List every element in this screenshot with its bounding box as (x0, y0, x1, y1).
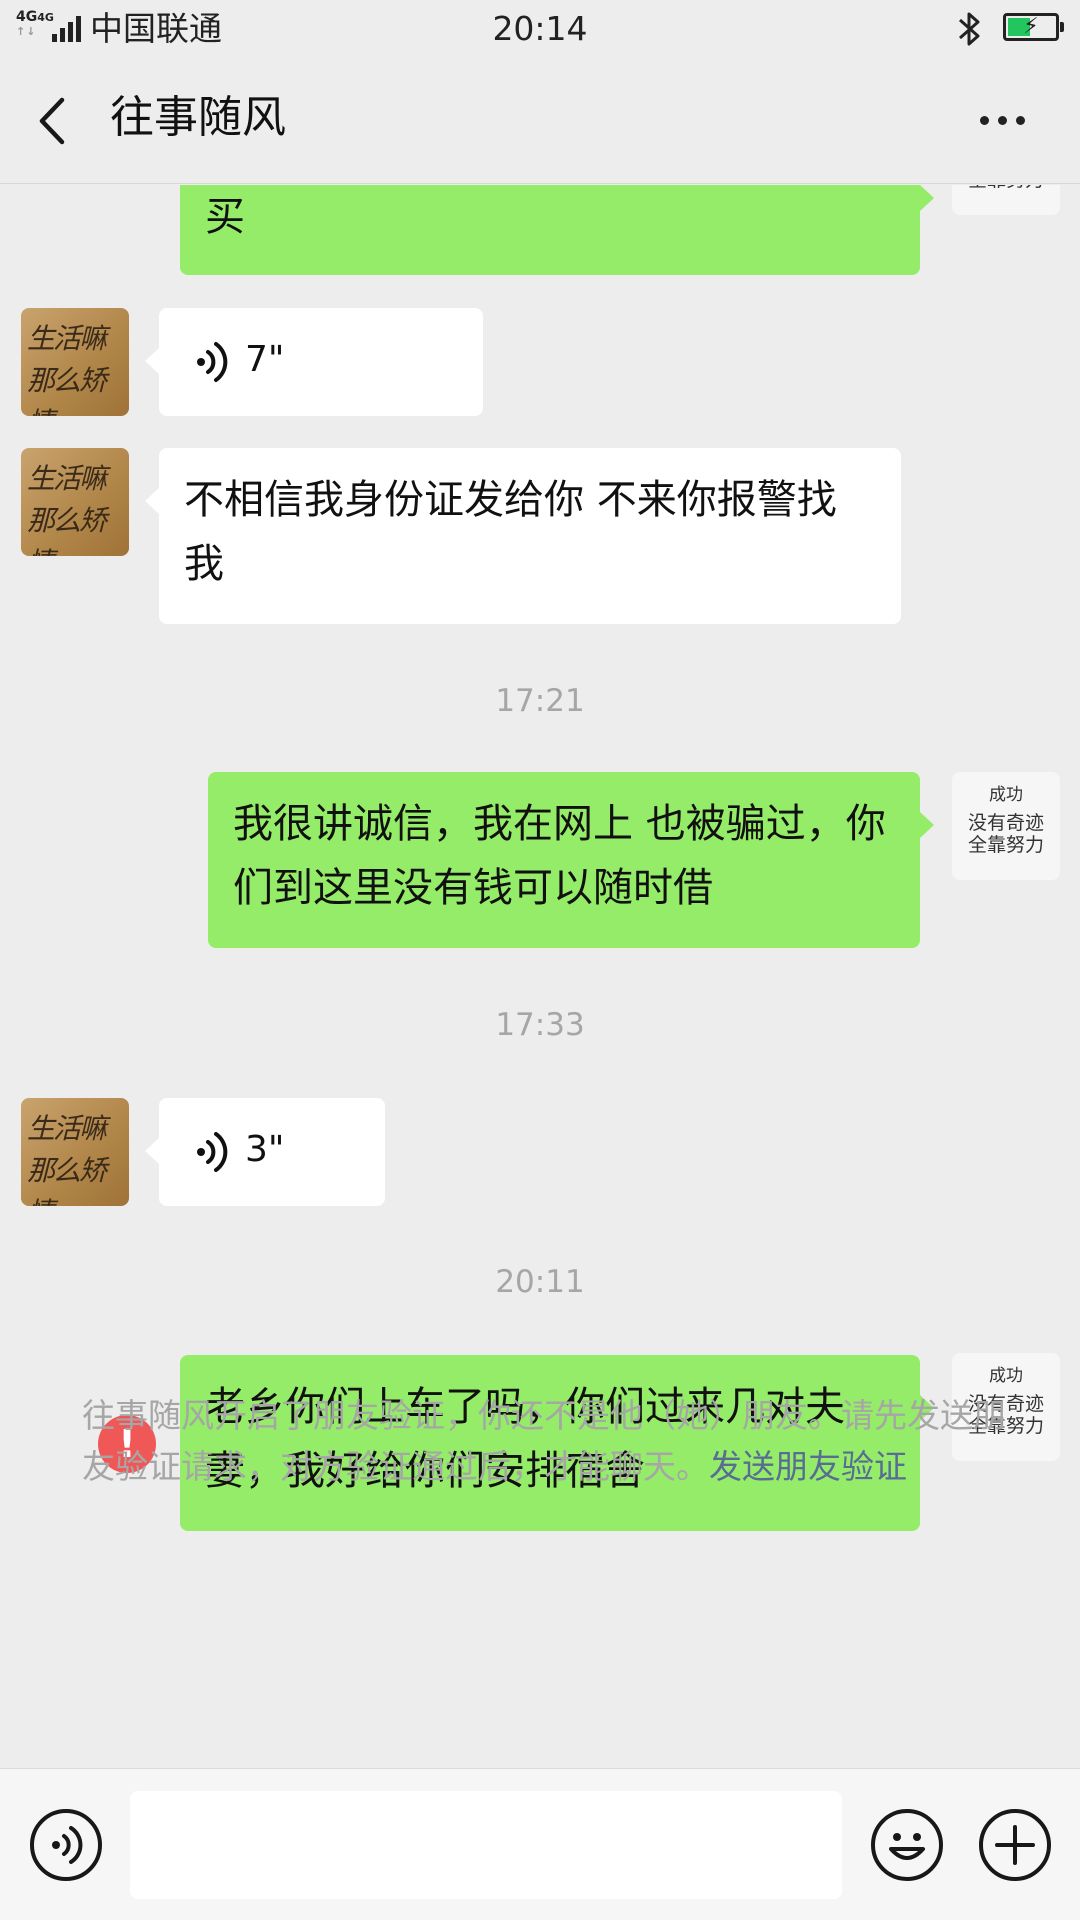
chevron-left-icon[interactable] (30, 94, 80, 148)
voice-wave-icon (197, 342, 228, 382)
status-time: 20:14 (492, 9, 588, 48)
chat-title: 往事随风 (110, 92, 286, 143)
battery-charging-icon: ⚡ (1003, 13, 1064, 41)
message-bubble-incoming[interactable]: 不相信我身份证发给你 不来你报警找我 (145, 448, 901, 624)
message-input[interactable] (130, 1791, 842, 1899)
friend-verification-notice: 往事随风开启了朋友验证，你还不是他（她）朋友。请先发送朋友验证请求，对方验证通过… (82, 1390, 1012, 1492)
status-bar: 4G4G ↑↓ 中国联通 20:14 ⚡ (0, 0, 1080, 58)
chat-header: 往事随风 (0, 58, 1080, 184)
self-avatar[interactable]: 成功 没有奇迹 全靠努力 (952, 185, 1060, 215)
message-text: 我很讲诚信，我在网上 也被骗过，你们到这里没有钱可以随时借 (233, 801, 886, 911)
timestamp: 20:11 (495, 1264, 585, 1300)
avatar-calligraphy: 生活嘛那么矫情 (27, 1112, 107, 1206)
contact-avatar[interactable]: 生活嘛那么矫情 (21, 308, 129, 416)
contact-avatar[interactable]: 生活嘛那么矫情 (21, 1098, 129, 1206)
plus-icon[interactable] (979, 1809, 1051, 1881)
message-text: 不相信我身份证发给你 不来你报警找我 (184, 477, 837, 587)
avatar-text: 成功 (989, 1366, 1023, 1386)
voice-mode-icon[interactable] (30, 1809, 102, 1881)
voice-duration: 7" (245, 339, 285, 380)
voice-message-bubble[interactable]: 7" (145, 308, 483, 416)
avatar-text: 全靠努力 (967, 834, 1044, 856)
voice-message-bubble[interactable]: 3" (145, 1098, 385, 1206)
charging-bolt-icon: ⚡ (1023, 14, 1039, 39)
emoji-icon[interactable] (871, 1809, 943, 1881)
avatar-text: 全靠努力 (952, 185, 1060, 191)
contact-avatar[interactable]: 生活嘛那么矫情 (21, 448, 129, 556)
self-avatar[interactable]: 成功 没有奇迹 全靠努力 (952, 772, 1060, 880)
timestamp: 17:33 (495, 1007, 585, 1043)
input-bar (0, 1768, 1080, 1920)
message-bubble-outgoing[interactable]: 买 (180, 185, 934, 275)
bluetooth-icon (959, 12, 980, 46)
avatar-text: 没有奇迹 (967, 812, 1044, 834)
message-text: 买 (205, 194, 245, 240)
more-dots-icon[interactable] (970, 102, 1034, 138)
message-list[interactable]: 成功 没有奇迹 全靠努力 买 生活嘛那么矫情 7" 生活嘛那么矫情 不相信我身份… (0, 185, 1080, 1767)
avatar-text: 成功 (989, 785, 1023, 805)
avatar-calligraphy: 生活嘛那么矫情 (27, 322, 107, 416)
voice-duration: 3" (245, 1129, 285, 1170)
timestamp: 17:21 (495, 683, 585, 719)
voice-wave-icon (197, 1132, 228, 1172)
send-verification-link[interactable]: 发送朋友验证 (709, 1447, 907, 1486)
message-bubble-outgoing[interactable]: 我很讲诚信，我在网上 也被骗过，你们到这里没有钱可以随时借 (208, 772, 934, 948)
avatar-calligraphy: 生活嘛那么矫情 (27, 462, 107, 556)
